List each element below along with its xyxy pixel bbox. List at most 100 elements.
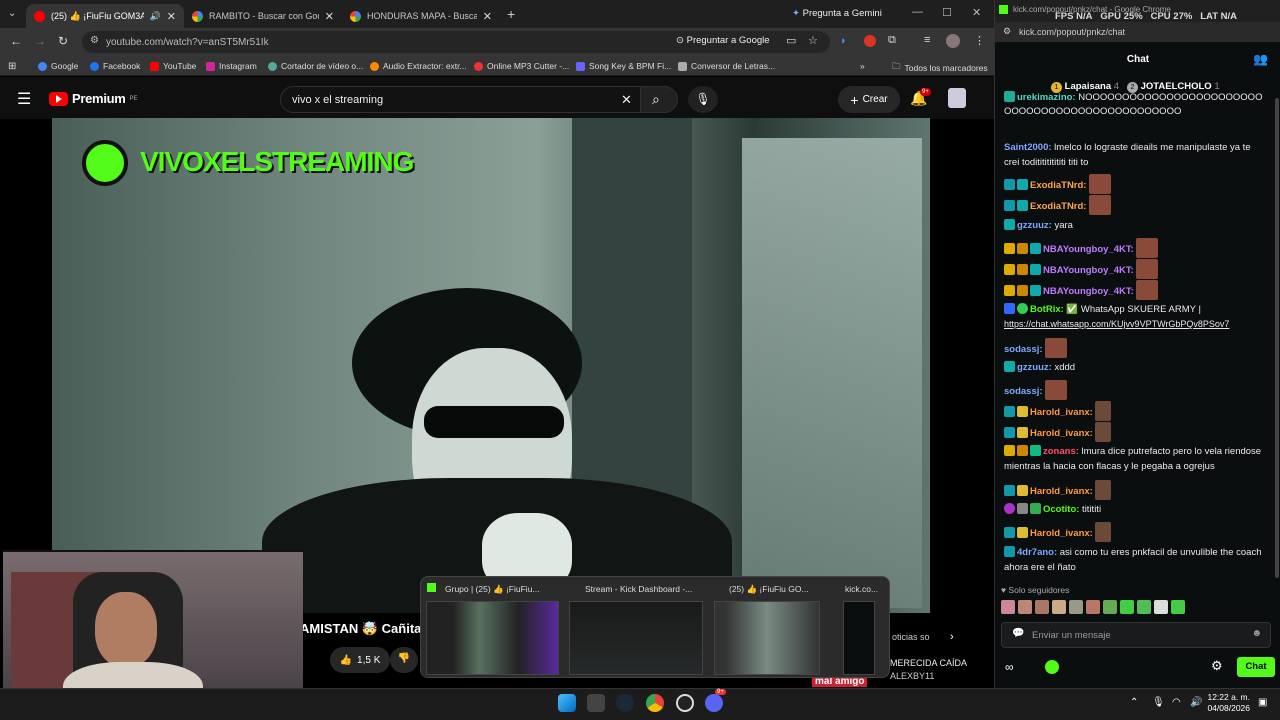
browser-menu-icon[interactable]: ⋮ — [974, 34, 985, 47]
bookmark-letras[interactable]: Conversor de Letras... — [678, 61, 775, 71]
address-bar[interactable]: ⚙ youtube.com/watch?v=anST5Mr51Ik ⊙ Preg… — [82, 31, 830, 53]
puzzle-icon[interactable]: ⧉ — [888, 34, 896, 47]
emoji-icon[interactable]: ☻ — [1251, 628, 1262, 639]
back-icon[interactable]: ← — [10, 34, 22, 48]
obs-icon[interactable] — [676, 694, 694, 712]
thumbnail-window[interactable] — [843, 601, 875, 675]
forward-icon[interactable]: → — [34, 34, 46, 48]
tab-youtube[interactable]: (25) 👍 ¡FiuFiu GOM3ARÁ 🔊 ✕ — [26, 4, 184, 28]
gemini-button[interactable]: ✦ Pregunta a Gemini — [792, 8, 882, 19]
windows-start-icon[interactable] — [558, 694, 576, 712]
emote-icon[interactable] — [1103, 600, 1117, 614]
next-chips-icon[interactable]: › — [950, 631, 954, 643]
thumb-title[interactable]: (25) 👍 ¡FiuFiu GO... — [729, 584, 827, 595]
related-chip[interactable]: oticias so — [892, 632, 930, 642]
emote-icon[interactable] — [1120, 600, 1134, 614]
related-title[interactable]: MERECIDA CAÍDA — [890, 658, 967, 668]
points-icon[interactable]: ∞ — [1005, 660, 1014, 674]
all-bookmarks[interactable]: 🗀 Todos los marcadores — [892, 61, 988, 75]
discord-icon[interactable]: 9+ — [705, 689, 726, 712]
account-avatar[interactable] — [948, 88, 966, 108]
hat-badge-icon — [1030, 445, 1041, 456]
tray-chevron-icon[interactable]: ⌃ — [1130, 697, 1138, 708]
sub-badge-icon — [1004, 91, 1015, 102]
related-channel[interactable]: ALEXBY11 — [890, 671, 934, 681]
emote-icon[interactable] — [1069, 600, 1083, 614]
thumbnail-window[interactable] — [714, 601, 820, 675]
speaker-icon[interactable]: 🔊 — [150, 11, 161, 22]
apps-icon[interactable]: ⊞ — [8, 61, 16, 72]
chat-send-button[interactable]: Chat — [1237, 657, 1275, 677]
thumb-title[interactable]: Grupo | (25) 👍 ¡FiuFiu... — [445, 584, 565, 595]
users-icon[interactable]: 👥 — [1253, 52, 1268, 66]
bookmark-audio-extractor[interactable]: Audio Extractor: extr... — [370, 61, 467, 71]
bookmark-song-key[interactable]: Song Key & BPM Fi... — [576, 61, 671, 71]
like-button[interactable]: 👍 1,5 K — [330, 647, 390, 673]
bookmark-youtube[interactable]: YouTube — [150, 61, 196, 71]
chat-input[interactable]: 💬 Enviar un mensaje ☻ — [1001, 622, 1271, 648]
bookmark-google[interactable]: Google — [38, 61, 78, 71]
thumb-title[interactable]: kick.co... — [845, 584, 885, 594]
media-icon[interactable]: ≡ — [924, 34, 930, 46]
dislike-button[interactable]: 👎 — [390, 647, 418, 673]
tab-search-icon[interactable]: ⌄ — [8, 8, 16, 19]
voice-search-button[interactable]: 🎙 — [688, 86, 718, 113]
emote-icon[interactable] — [1171, 600, 1185, 614]
notification-center-icon[interactable]: ▣ — [1258, 697, 1267, 708]
emote-icon[interactable] — [1018, 600, 1032, 614]
microphone-tray-icon[interactable]: 🎙 — [1152, 697, 1165, 708]
window-minimize-button[interactable]: — — [912, 6, 923, 18]
tab-close-icon[interactable]: ✕ — [325, 10, 334, 23]
clear-search-icon[interactable]: ✕ — [621, 92, 632, 108]
new-tab-button[interactable]: + — [507, 6, 515, 22]
thumbnail-window[interactable] — [426, 601, 559, 675]
ask-google-button[interactable]: ⊙ Preguntar a Google — [676, 35, 770, 46]
steam-icon[interactable] — [616, 694, 634, 712]
bookmark-instagram[interactable]: Instagram — [206, 61, 257, 71]
cast-icon[interactable]: ▭ — [786, 34, 796, 47]
emote-icon[interactable] — [1137, 600, 1151, 614]
chrome-icon[interactable] — [646, 694, 664, 712]
emote-icon[interactable] — [1154, 600, 1168, 614]
extension-icon[interactable]: ◗ — [840, 35, 847, 47]
settings-gear-icon[interactable]: ⚙ — [1211, 658, 1223, 674]
window-close-button[interactable]: ✕ — [972, 6, 981, 19]
create-button[interactable]: + Crear — [838, 86, 900, 113]
bookmark-mp3-cutter[interactable]: Online MP3 Cutter -... — [474, 61, 569, 71]
file-explorer-icon[interactable] — [587, 694, 605, 712]
chat-scrollbar[interactable] — [1275, 98, 1279, 578]
profile-avatar[interactable] — [946, 34, 960, 48]
notifications-button[interactable]: 🔔 9+ — [910, 88, 931, 107]
chat-url-bar[interactable]: ⚙ kick.com/popout/pnkz/chat — [995, 22, 1280, 42]
tab-rambito[interactable]: RAMBITO - Buscar con Google ✕ — [184, 4, 342, 28]
youtube-logo[interactable]: Premium PE — [49, 91, 138, 106]
chat-message: urekimazino: NOOOOOOOOOOOOOOOOOOOOOOOOOO… — [1004, 91, 1263, 117]
tab-close-icon[interactable]: ✕ — [167, 10, 176, 23]
thumb-title[interactable]: Stream - Kick Dashboard -... — [585, 584, 705, 594]
thumbnail-window[interactable] — [569, 601, 703, 675]
bookmark-star-icon[interactable]: ☆ — [808, 34, 818, 47]
chat-link[interactable]: https://chat.whatsapp.com/KUjvv9VPTWrGbP… — [1004, 319, 1229, 329]
reload-icon[interactable]: ↻ — [58, 34, 68, 48]
bookmark-video-cutter[interactable]: Cortador de vídeo o... — [268, 61, 363, 71]
hamburger-menu-icon[interactable]: ☰ — [17, 89, 31, 109]
video-player[interactable]: VIVOXELSTREAMING — [52, 118, 930, 613]
bookmarks-overflow-icon[interactable]: » — [860, 61, 865, 71]
clock[interactable]: 12:22 a. m. 04/08/2026 — [1206, 692, 1250, 714]
volume-icon[interactable]: 🔊 — [1190, 697, 1202, 708]
bookmark-facebook[interactable]: Facebook — [90, 61, 140, 71]
kick-coin-icon[interactable] — [1045, 660, 1059, 674]
search-button[interactable]: ⌕ — [640, 86, 678, 113]
extension-icon[interactable] — [864, 35, 876, 47]
tab-honduras[interactable]: HONDURAS MAPA - Buscar con ✕ — [342, 4, 500, 28]
emote-icon[interactable] — [1001, 600, 1015, 614]
emote-icon — [1095, 422, 1112, 442]
wifi-icon[interactable]: ◠ — [1172, 697, 1181, 708]
site-info-icon[interactable]: ⚙ — [90, 35, 99, 46]
emote-icon[interactable] — [1035, 600, 1049, 614]
search-input[interactable]: vivo x el streaming ✕ — [280, 86, 642, 113]
emote-icon[interactable] — [1052, 600, 1066, 614]
window-maximize-button[interactable]: ☐ — [942, 6, 952, 19]
emote-icon[interactable] — [1086, 600, 1100, 614]
tab-close-icon[interactable]: ✕ — [483, 10, 492, 23]
